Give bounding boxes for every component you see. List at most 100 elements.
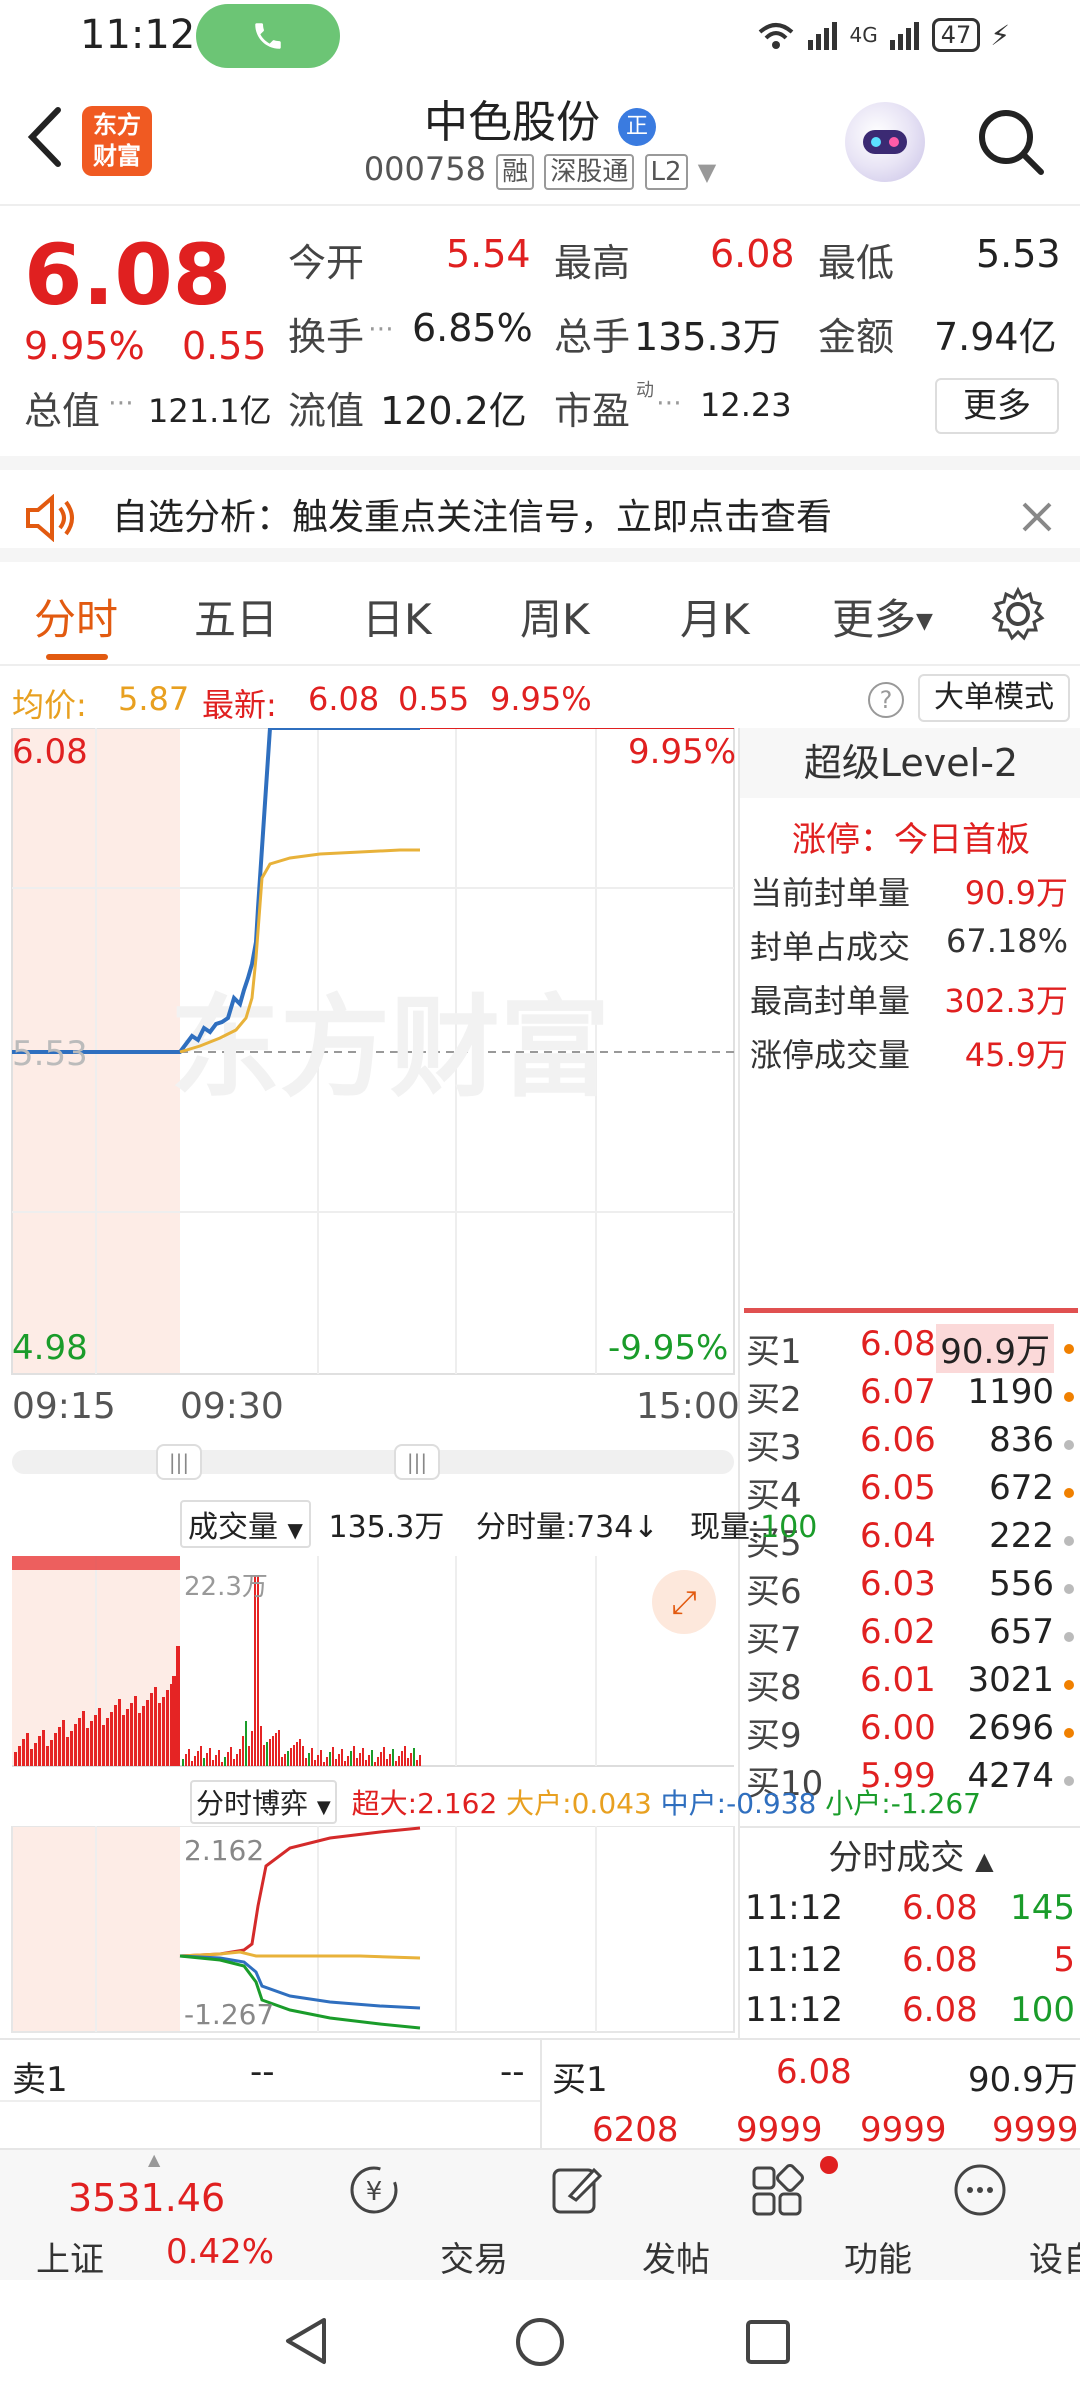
bid-volume: 222 (989, 1516, 1054, 1556)
volume-bar (74, 1724, 77, 1766)
call-indicator[interactable] (196, 4, 340, 68)
orderbook-row[interactable]: 买7 6.02 657 (740, 1612, 1080, 1660)
tab-five-day[interactable]: 五日 (194, 586, 278, 647)
orderbook-row[interactable]: 买3 6.06 836 (740, 1420, 1080, 1468)
info-icon[interactable]: ⋯ (656, 388, 682, 418)
volume-bar (248, 1746, 250, 1766)
volume-bar (332, 1747, 334, 1766)
tab-daily-k[interactable]: 日K (362, 586, 432, 647)
tab-monthly-k[interactable]: 月K (680, 586, 750, 647)
volume-bar (302, 1746, 304, 1766)
volume-bar (344, 1761, 346, 1766)
level2-title[interactable]: 超级Level-2 (740, 728, 1080, 798)
bid-volume: 556 (989, 1564, 1054, 1604)
nav-home-icon[interactable] (514, 2316, 566, 2368)
info-icon[interactable]: ⋯ (368, 314, 394, 344)
volume-bar (293, 1745, 295, 1766)
orderbook-row[interactable]: 买1 6.08 90.9万 (740, 1324, 1080, 1373)
limit-up-status: 涨停：今日首板 (792, 820, 1030, 860)
time-range-slider[interactable]: ||| ||| (12, 1444, 734, 1480)
order-dot-icon (1064, 1536, 1074, 1546)
nav-functions[interactable]: 功能 (678, 2150, 912, 2282)
bottom-nav: ▲ 3531.46 上证 0.42% ¥ 交易 发帖 功能 设自选 (0, 2148, 1080, 2280)
slider-handle-right[interactable]: ||| (394, 1444, 440, 1480)
volume-bar (374, 1762, 376, 1766)
orderbook-row[interactable]: 买8 6.01 3021 (740, 1660, 1080, 1708)
bid-level: 买8 (746, 1668, 802, 1708)
orderbook-row[interactable]: 买6 6.03 556 (740, 1564, 1080, 1612)
order-dot-icon (1064, 1728, 1074, 1738)
close-icon[interactable] (1020, 500, 1054, 534)
volume-bar (98, 1708, 101, 1766)
slider-handle-left[interactable]: ||| (156, 1444, 202, 1480)
bid-volume: 836 (989, 1420, 1054, 1460)
assistant-robot-icon[interactable] (845, 102, 925, 182)
trades-header[interactable]: 分时成交 ▲ (740, 1826, 1080, 1886)
l2-row-value: 302.3万 (944, 982, 1068, 1020)
bid-volume: 2696 (967, 1708, 1054, 1748)
nav-back-icon[interactable] (282, 2316, 332, 2366)
volume-bar (281, 1757, 283, 1766)
tab-intraday[interactable]: 分时 (34, 586, 118, 647)
orderbook-row[interactable]: 买9 6.00 2696 (740, 1708, 1080, 1756)
tab-more[interactable]: 更多▼ (832, 586, 933, 647)
trades-title: 分时成交 (828, 1838, 965, 1878)
volume-bar (203, 1758, 205, 1766)
flow-selector-label: 分时博弈 (196, 1787, 309, 1820)
big-order-mode-button[interactable]: 大单模式 (918, 674, 1070, 722)
volume-label: 总手 (554, 315, 631, 359)
bid-price: 6.00 (860, 1708, 936, 1748)
bid-level: 买1 (746, 1332, 802, 1372)
nav-add-watchlist[interactable]: 设自选 (880, 2150, 1080, 2282)
flow-selector[interactable]: 分时博弈 ▼ (190, 1780, 337, 1824)
notice-bar[interactable]: 自选分析：触发重点关注信号，立即点击查看 (0, 456, 1080, 562)
intraday-chart[interactable]: 东方财富 6.08 9.95% 5.53 4.98 -9.95% (0, 726, 738, 1378)
volume-selector[interactable]: 成交量 ▼ (180, 1500, 311, 1548)
volume-bar (383, 1747, 385, 1766)
speaker-icon (26, 494, 74, 542)
volume-bar (150, 1693, 153, 1766)
search-icon[interactable] (975, 106, 1045, 176)
row-divider (0, 2100, 540, 2102)
tab-weekly-k[interactable]: 周K (520, 586, 590, 647)
volume-bar (138, 1713, 141, 1766)
volume-bar (14, 1752, 17, 1766)
volume-bar (404, 1746, 406, 1766)
nav-trade[interactable]: ¥ 交易 (274, 2150, 508, 2282)
nav-recents-icon[interactable] (744, 2318, 792, 2366)
open-value: 5.54 (446, 232, 531, 276)
order-dot-icon (1064, 1632, 1074, 1642)
info-icon[interactable]: ⋯ (108, 388, 134, 418)
volume-bars-svg (12, 1556, 734, 1767)
minute-volume: 分时量:734↓ (475, 1510, 659, 1545)
volume-bar (142, 1706, 145, 1766)
orderbook-row[interactable]: 买2 6.07 1190 (740, 1372, 1080, 1420)
expand-icon[interactable]: ⤢ (652, 1570, 716, 1634)
volume-bar (239, 1749, 241, 1766)
level2-panel: 超级Level-2 涨停：今日首板 当前封单量 90.9万 封单占成交 67.1… (738, 728, 1080, 2038)
signal-icon-2 (889, 22, 919, 50)
pe-label: 市盈 (554, 389, 631, 433)
pe-value: 12.23 (700, 386, 792, 424)
settings-gear-icon[interactable] (990, 586, 1046, 642)
more-button[interactable]: 更多 (935, 378, 1059, 434)
battery-level: 47 (931, 18, 981, 52)
bid-level: 买3 (746, 1428, 802, 1468)
market-cap-label: 总值 (24, 389, 101, 433)
current-volume: 100 (760, 1510, 818, 1545)
volume-bar (284, 1754, 286, 1766)
nav-post[interactable]: 发帖 (476, 2150, 710, 2282)
volume-bar (287, 1751, 289, 1766)
volume-bar (386, 1759, 388, 1766)
tab-more-label: 更多 (832, 595, 917, 644)
volume-bar (407, 1758, 409, 1766)
volume-bar (215, 1755, 217, 1766)
volume-bar (230, 1747, 232, 1766)
help-icon[interactable]: ? (868, 682, 904, 718)
volume-bar (326, 1757, 328, 1766)
network-type: 4G (849, 23, 878, 47)
l2-row-value: 67.18% (945, 922, 1068, 960)
index-ticker[interactable]: ▲ 3531.46 上证 0.42% (20, 2150, 280, 2282)
system-nav-bar (0, 2280, 1080, 2400)
dropdown-caret-icon[interactable]: ▼ (698, 158, 716, 186)
